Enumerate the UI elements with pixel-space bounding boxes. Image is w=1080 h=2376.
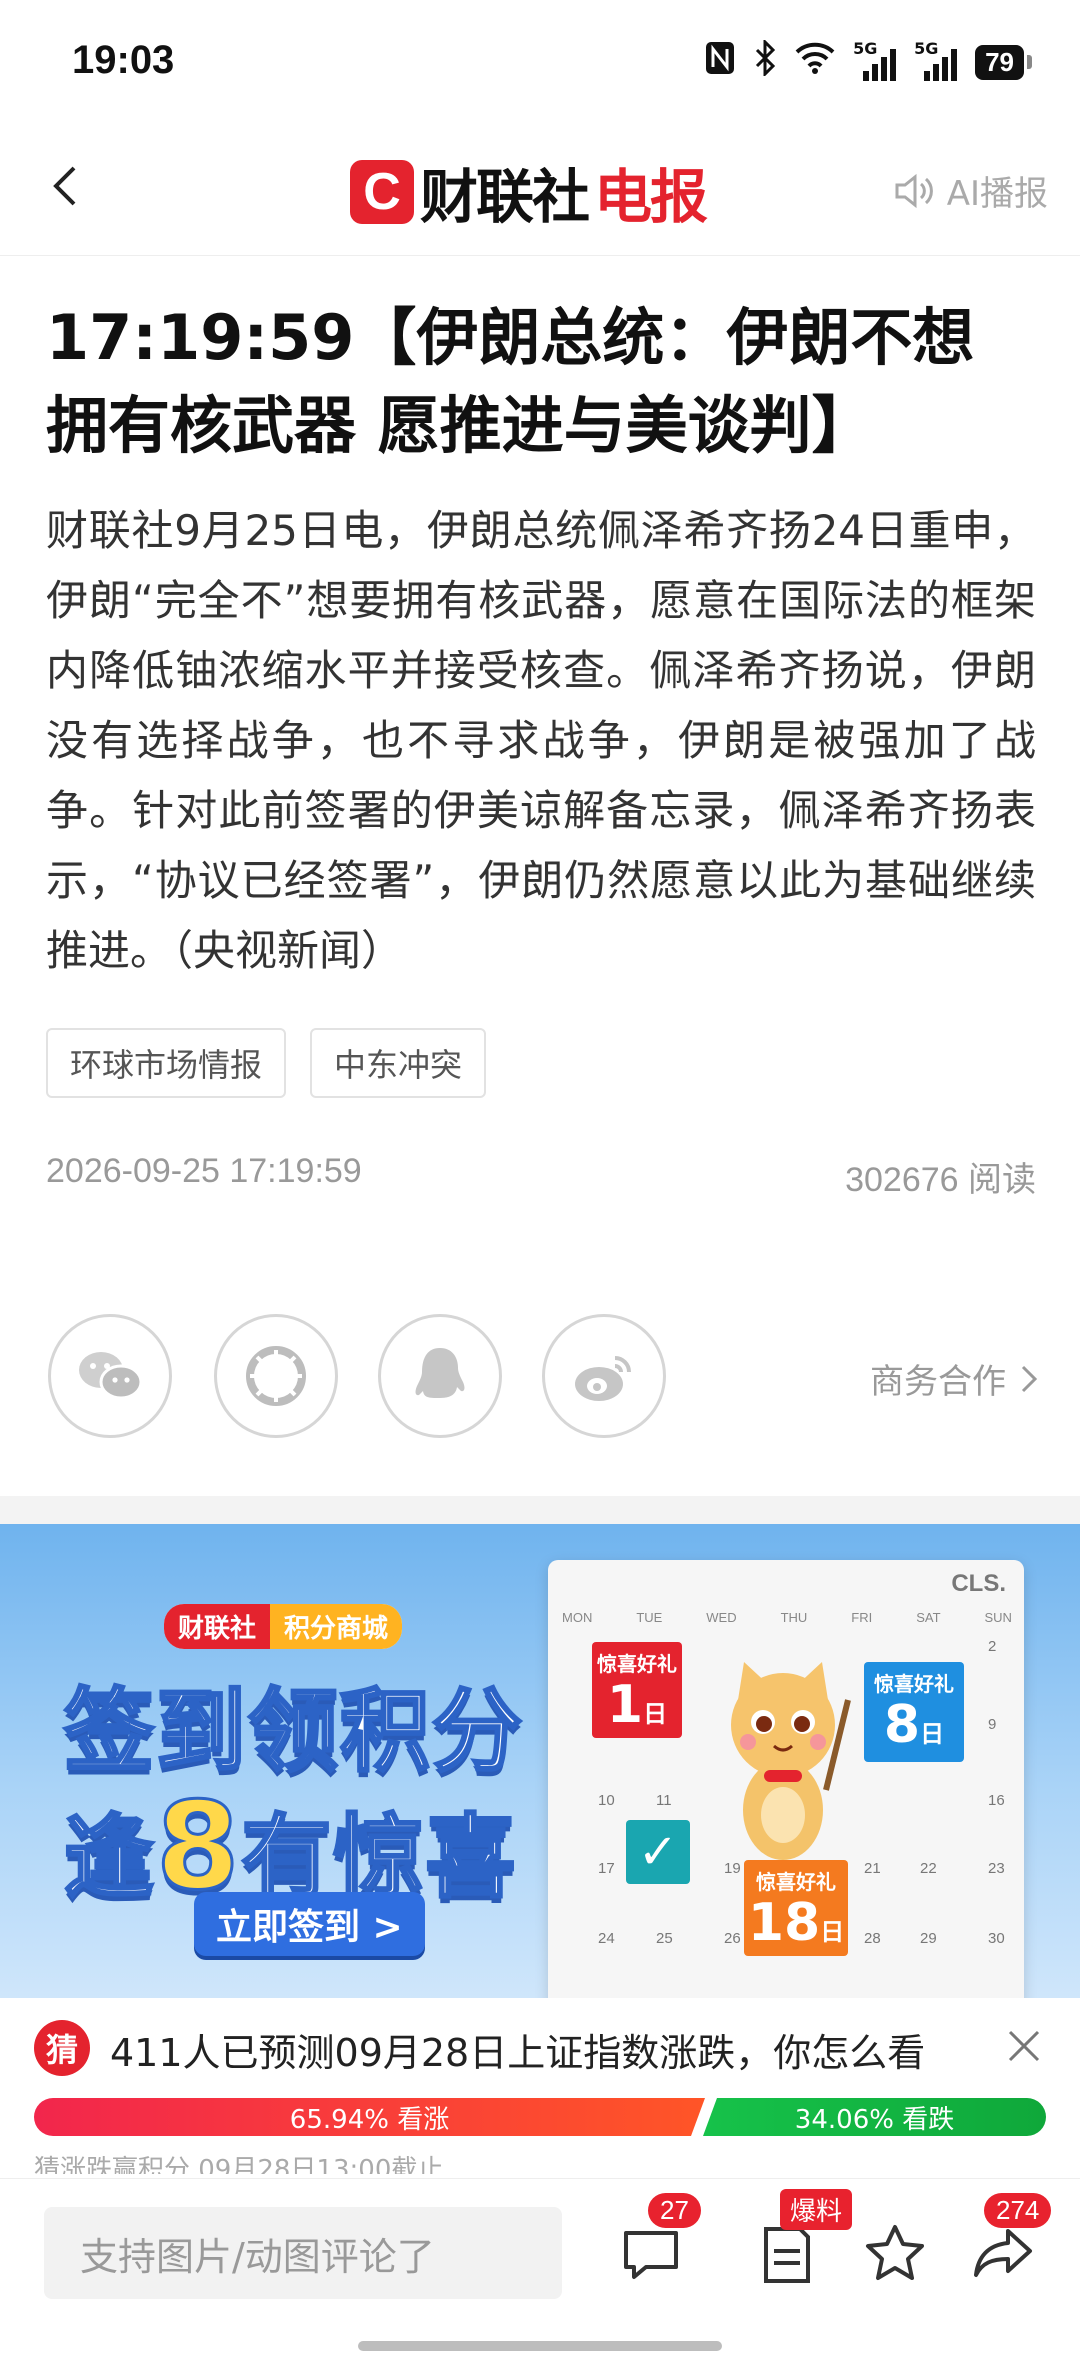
close-icon [1008,2030,1040,2062]
comment-icon [624,2231,678,2279]
business-cooperation-link[interactable]: 商务合作 [870,1354,1038,1403]
banner-checkin-button[interactable]: 立即签到 > [194,1892,425,1956]
tag-item[interactable]: 环球市场情报 [46,1028,287,1098]
prediction-bar: 65.94% 看涨 34.06% 看跌 [34,2098,1046,2136]
index-prediction-panel[interactable]: 猜 411人已预测09月28日上证指数涨跌，你怎么看 65.94% 看涨 34.… [0,1998,1080,2174]
wifi-icon [795,42,835,83]
report-badge: 爆料 [780,2189,853,2230]
app-logo: C 财联社 电报 [350,150,708,234]
share-count-badge: 274 [984,2193,1052,2228]
comment-input[interactable]: 支持图片/动图评论了 [44,2207,562,2299]
comment-count-badge: 27 [648,2193,701,2228]
close-prediction-button[interactable] [1004,2026,1044,2066]
ai-broadcast-button[interactable]: AI播报 [893,166,1048,215]
read-count: 302676 阅读 [845,1161,1036,1199]
signal-1-icon: 5G [853,39,897,81]
share-wechat-button[interactable] [48,1314,172,1438]
calendar-weekdays: MON TUE WED THU FRI SAT SUN [562,1610,1012,1625]
calendar-brand: CLS. [951,1570,1006,1597]
gift-day-1: 惊喜好礼 1日 [592,1642,682,1738]
banner-title: 签到领积分 逢8有惊喜 [63,1678,524,1917]
publish-datetime: 2026-09-25 17:19:59 [46,1152,362,1190]
article: 17:19:59【伊朗总统：伊朗不想拥有核武器 愿推进与美谈判】 财联社9月25… [46,256,1036,1201]
bearish-button[interactable]: 34.06% 看跌 [703,2098,1046,2136]
home-indicator [358,2341,722,2351]
favorite-button[interactable] [860,2219,930,2289]
moments-icon [246,1346,306,1406]
report-button[interactable]: 爆料 [752,2189,853,2289]
logo-mark: C [350,160,414,224]
bluetooth-icon [753,38,777,85]
weibo-icon [575,1356,631,1401]
status-time: 19:03 [72,38,175,82]
guess-badge: 猜 [34,2020,90,2076]
tag-list: 环球市场情报 中东冲突 [46,1028,1036,1098]
status-icons: 5G 5G 79 [705,38,1032,85]
check-icon: ✓ [626,1820,690,1884]
prediction-subtext: 猜涨跌赢积分 09月28日13:00截止 [34,2155,444,2174]
star-icon [866,2225,924,2280]
chevron-left-icon [53,166,76,206]
gift-day-8: 惊喜好礼 8日 [864,1662,964,1762]
back-button[interactable] [38,156,98,216]
promo-banner[interactable]: 财联社 积分商城 签到领积分 逢8有惊喜 立即签到 > CLS. MON TUE… [0,1524,1080,1998]
battery-indicator: 79 [975,45,1032,80]
share-qq-button[interactable] [378,1314,502,1438]
article-body: 财联社9月25日电，伊朗总统佩泽希齐扬24日重申，伊朗“完全不”想要拥有核武器，… [46,506,1036,975]
calendar-illustration: CLS. MON TUE WED THU FRI SAT SUN 惊喜好礼 1日… [548,1560,1024,1998]
bottom-action-bar: 支持图片/动图评论了 27 爆料 274 [0,2178,1080,2376]
article-headline: 17:19:59【伊朗总统：伊朗不想拥有核武器 愿推进与美谈判】 [46,301,975,462]
logo-text: 财联社 [420,163,590,231]
nfc-icon [705,41,735,84]
share-row: 商务合作 [48,1314,1038,1438]
app-header: C 财联社 电报 AI播报 [0,120,1080,256]
banner-brand: 财联社 积分商城 [164,1604,403,1649]
article-meta: 2026-09-25 17:19:59 302676 阅读 [46,1152,1036,1201]
ai-broadcast-label: AI播报 [946,174,1048,214]
status-bar: 19:03 5G 5G 79 [0,0,1080,120]
cat-mascot-icon [731,1662,851,1860]
signal-2-icon: 5G [914,39,958,81]
chevron-right-icon [1021,1365,1038,1392]
bullish-button[interactable]: 65.94% 看涨 [34,2098,705,2136]
wechat-icon [79,1352,143,1400]
logo-text-red: 电报 [594,163,708,231]
tag-item[interactable]: 中东冲突 [310,1028,487,1098]
share-weibo-button[interactable] [542,1314,666,1438]
section-divider [0,1496,1080,1524]
business-cooperation-label: 商务合作 [870,1362,1006,1402]
share-icon [974,2229,1032,2277]
speaker-icon [895,173,933,208]
comments-button[interactable]: 27 [616,2193,701,2289]
share-button[interactable]: 274 [968,2193,1052,2289]
prediction-text: 411人已预测09月28日上证指数涨跌，你怎么看 [110,2031,926,2075]
share-moments-button[interactable] [214,1314,338,1438]
qq-icon [415,1348,465,1398]
